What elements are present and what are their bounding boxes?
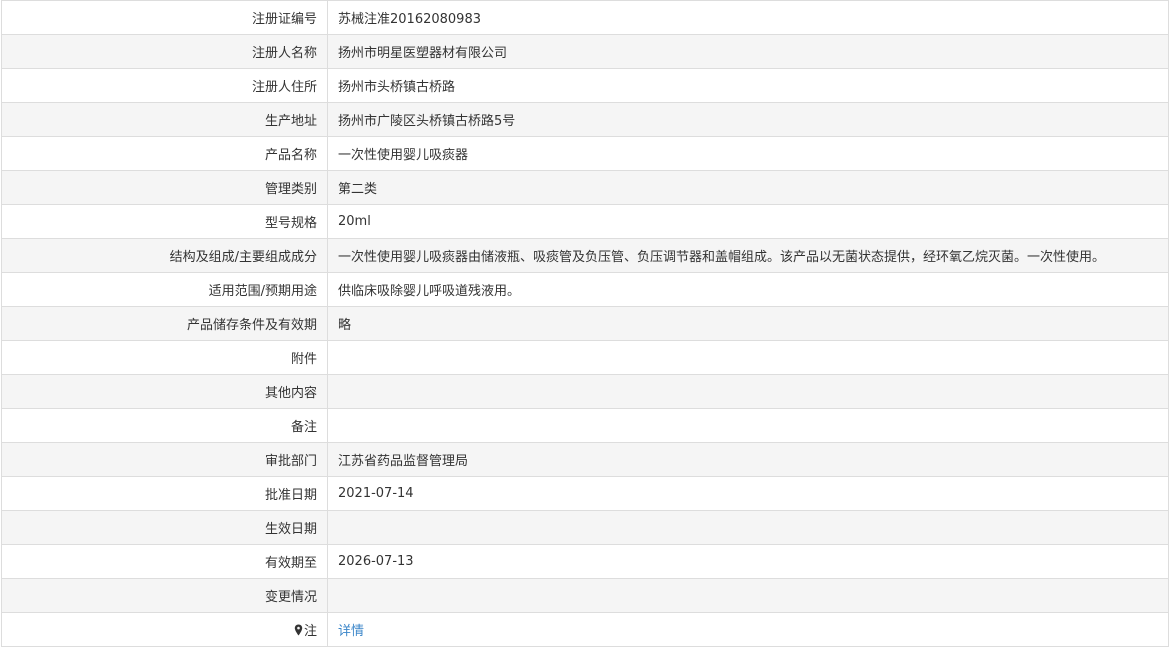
row-value: 江苏省药品监督管理局 bbox=[327, 442, 1169, 477]
row-value bbox=[327, 408, 1169, 443]
details-link[interactable]: 详情 bbox=[338, 624, 364, 639]
row-value: 扬州市广陵区头桥镇古桥路5号 bbox=[327, 102, 1169, 137]
table-row: 生效日期 bbox=[1, 510, 1169, 545]
row-label: 有效期至 bbox=[1, 544, 328, 579]
table-row: 结构及组成/主要组成成分 一次性使用婴儿吸痰器由储液瓶、吸痰管及负压管、负压调节器… bbox=[1, 238, 1169, 273]
row-value: 苏械注准20162080983 bbox=[327, 0, 1169, 35]
row-value: 一次性使用婴儿吸痰器 bbox=[327, 136, 1169, 171]
table-row: 产品储存条件及有效期略 bbox=[1, 306, 1169, 341]
row-label: 结构及组成/主要组成成分 bbox=[1, 238, 328, 273]
table-row: 生产地址 扬州市广陵区头桥镇古桥路5号 bbox=[1, 102, 1169, 137]
table-row: 产品名称 一次性使用婴儿吸痰器 bbox=[1, 136, 1169, 171]
row-label: 产品名称 bbox=[1, 136, 328, 171]
table-row: 管理类别 第二类 bbox=[1, 170, 1169, 205]
table-row: 有效期至 2026-07-13 bbox=[1, 544, 1169, 579]
note-value-cell: 详情 bbox=[327, 612, 1169, 647]
row-label: 生效日期 bbox=[1, 510, 328, 545]
table-row: 备注 bbox=[1, 408, 1169, 443]
row-label: 附件 bbox=[1, 340, 328, 375]
detail-table-body: 注册证编号 苏械注准20162080983 注册人名称 扬州市明星医塑器材有限公司 … bbox=[1, 0, 1169, 647]
row-label: 管理类别 bbox=[1, 170, 328, 205]
row-value: 20ml bbox=[327, 204, 1169, 239]
row-label: 适用范围/预期用途 bbox=[1, 272, 328, 307]
row-value: 供临床吸除婴儿呼吸道残液用。 bbox=[327, 272, 1169, 307]
row-label: 注册证编号 bbox=[1, 0, 328, 35]
row-value bbox=[327, 374, 1169, 409]
row-value: 扬州市头桥镇古桥路 bbox=[327, 68, 1169, 103]
table-row: 型号规格 20ml bbox=[1, 204, 1169, 239]
registration-detail-table: 注册证编号 苏械注准20162080983 注册人名称 扬州市明星医塑器材有限公司 … bbox=[1, 0, 1169, 647]
row-label: 批准日期 bbox=[1, 476, 328, 511]
row-label: 审批部门 bbox=[1, 442, 328, 477]
note-label: 注 bbox=[303, 624, 317, 639]
row-label: 备注 bbox=[1, 408, 328, 443]
table-row: 附件 bbox=[1, 340, 1169, 375]
note-row: 注 详情 bbox=[1, 612, 1169, 647]
note-label-cell: 注 bbox=[1, 612, 328, 647]
row-value: 一次性使用婴儿吸痰器由储液瓶、吸痰管及负压管、负压调节器和盖帽组成。该产品以无菌… bbox=[327, 238, 1169, 273]
row-value: 略 bbox=[327, 306, 1169, 341]
row-label: 产品储存条件及有效期 bbox=[1, 306, 328, 341]
table-row: 变更情况 bbox=[1, 578, 1169, 613]
row-value: 第二类 bbox=[327, 170, 1169, 205]
row-label: 生产地址 bbox=[1, 102, 328, 137]
table-row: 批准日期 2021-07-14 bbox=[1, 476, 1169, 511]
map-pin-icon bbox=[294, 624, 303, 636]
row-value bbox=[327, 510, 1169, 545]
table-row: 注册人住所 扬州市头桥镇古桥路 bbox=[1, 68, 1169, 103]
table-row: 注册证编号 苏械注准20162080983 bbox=[1, 0, 1169, 35]
table-row: 审批部门 江苏省药品监督管理局 bbox=[1, 442, 1169, 477]
table-row: 适用范围/预期用途 供临床吸除婴儿呼吸道残液用。 bbox=[1, 272, 1169, 307]
row-label: 变更情况 bbox=[1, 578, 328, 613]
row-label: 其他内容 bbox=[1, 374, 328, 409]
row-value: 2026-07-13 bbox=[327, 544, 1169, 579]
row-value: 2021-07-14 bbox=[327, 476, 1169, 511]
row-label: 注册人住所 bbox=[1, 68, 328, 103]
row-value bbox=[327, 578, 1169, 613]
table-row: 注册人名称 扬州市明星医塑器材有限公司 bbox=[1, 34, 1169, 69]
table-row: 其他内容 bbox=[1, 374, 1169, 409]
row-label: 型号规格 bbox=[1, 204, 328, 239]
row-value bbox=[327, 340, 1169, 375]
row-value: 扬州市明星医塑器材有限公司 bbox=[327, 34, 1169, 69]
row-label: 注册人名称 bbox=[1, 34, 328, 69]
